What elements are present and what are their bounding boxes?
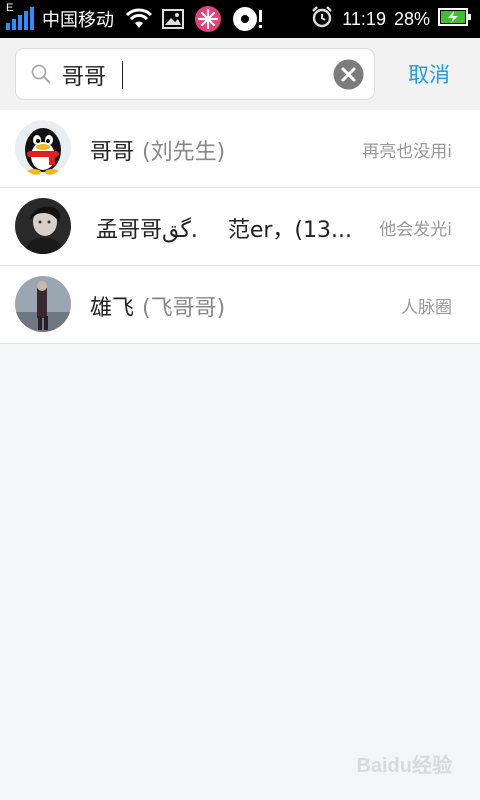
search-icon [30, 63, 52, 89]
contact-remark: (刘先生) [142, 140, 226, 165]
status-bar: E 中国移动 11:19 28% [0, 0, 480, 38]
contact-primary-name: 孟哥哥گق. [96, 218, 198, 243]
carrier-name: 中国移动 [42, 10, 114, 31]
battery-charging-icon [438, 7, 472, 31]
contact-remark: (飞哥哥) [142, 296, 226, 321]
photo-avatar [15, 276, 71, 332]
search-header: 取消 [0, 38, 480, 110]
contact-source: 人脉圈 [401, 298, 452, 318]
music-disc-icon [232, 5, 264, 33]
network-type-label: E [6, 2, 14, 14]
contact-name: 哥哥 (刘先生) [90, 134, 225, 166]
wifi-icon [126, 8, 152, 30]
search-results-list: 哥哥 (刘先生) 再亮也没用i 孟哥哥گق. 范er，(13... 他会发光i [0, 110, 480, 344]
alarm-icon [310, 5, 334, 33]
contact-primary-name: 哥哥 [90, 140, 135, 165]
snowflake-icon [194, 5, 222, 33]
list-item[interactable]: 雄飞 (飞哥哥) 人脉圈 [0, 266, 480, 344]
contact-remark: 范er，(13... [227, 218, 352, 243]
contact-name: 雄飞 (飞哥哥) [90, 290, 225, 322]
text-cursor [122, 61, 123, 89]
clock-time: 11:19 [342, 8, 386, 29]
photo-avatar [15, 198, 71, 254]
battery-percent: 28% [393, 8, 430, 29]
qq-penguin-avatar [15, 120, 71, 176]
contact-name: 孟哥哥گق. 范er，(13... [96, 212, 352, 244]
contact-source: 再亮也没用i [362, 142, 452, 162]
search-input[interactable] [62, 58, 332, 92]
watermark: Baidu经验 [356, 755, 452, 777]
contact-source: 他会发光i [379, 220, 452, 240]
signal-icon: E [6, 2, 36, 33]
list-item[interactable]: 孟哥哥گق. 范er，(13... 他会发光i [0, 188, 480, 266]
list-item[interactable]: 哥哥 (刘先生) 再亮也没用i [0, 110, 480, 188]
image-icon [162, 9, 184, 29]
clear-icon[interactable] [333, 59, 364, 94]
cancel-button[interactable]: 取消 [396, 60, 462, 90]
contact-primary-name: 雄飞 [90, 296, 135, 321]
search-box[interactable] [15, 48, 375, 100]
